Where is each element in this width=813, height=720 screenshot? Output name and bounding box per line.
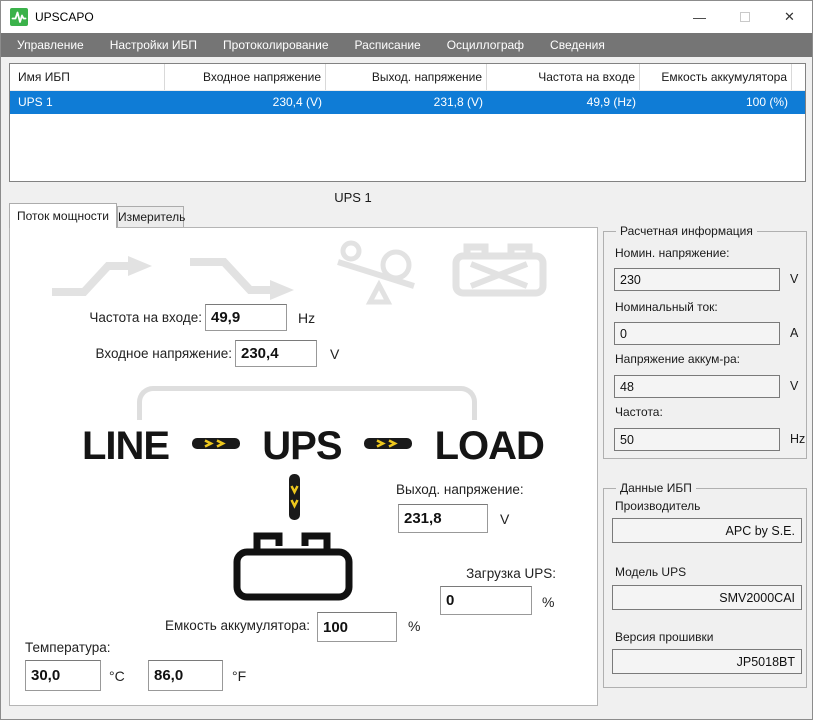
ups-data-title: Данные ИБП (616, 481, 696, 495)
tab-power-flow[interactable]: Поток мощности (9, 203, 117, 228)
firmware-version-label: Версия прошивки (615, 630, 714, 644)
battery-capacity-unit: % (408, 618, 421, 634)
maximize-button[interactable] (722, 1, 767, 33)
manufacturer-label: Производитель (615, 499, 701, 513)
temperature-fahrenheit-field[interactable] (148, 660, 223, 691)
column-header-output-voltage[interactable]: Выход. напряжение (326, 64, 487, 90)
cell-input-voltage: 230,4 (V) (272, 95, 322, 109)
selected-ups-label: UPS 1 (334, 190, 372, 205)
nominal-current-field[interactable] (614, 322, 780, 345)
ups-load-label: Загрузка UPS: (466, 566, 556, 581)
battery-voltage-field[interactable] (614, 375, 780, 398)
manufacturer-field[interactable] (612, 518, 802, 543)
column-header-battery-capacity[interactable]: Емкость аккумулятора (640, 64, 792, 90)
battery-icon (232, 524, 354, 607)
battery-fault-icon (450, 240, 550, 303)
temperature-celsius-field[interactable] (25, 660, 101, 691)
ups-load-unit: % (542, 594, 555, 610)
output-voltage-field[interactable] (398, 504, 488, 533)
close-button[interactable]: ✕ (767, 1, 812, 33)
ups-table-header: Имя ИБП Входное напряжение Выход. напряж… (10, 64, 805, 91)
firmware-version-field[interactable] (612, 649, 802, 674)
ups-data-group: Данные ИБП Производитель Модель UPS Верс… (603, 481, 807, 688)
calculated-info-group: Расчетная информация Номин. напряжение: … (603, 224, 807, 459)
power-flow-panel: Частота на входе: Hz Входное напряжение:… (9, 227, 598, 706)
flow-arrow-right-icon (191, 437, 240, 455)
nominal-current-label: Номинальный ток: (615, 300, 718, 314)
cell-output-voltage: 231,8 (V) (433, 95, 483, 109)
menu-item-ups-settings[interactable]: Настройки ИБП (97, 33, 210, 57)
battery-voltage-unit: V (790, 379, 799, 393)
battery-capacity-label: Емкость аккумулятора: (164, 618, 310, 633)
input-frequency-label: Частота на входе: (89, 310, 202, 325)
maximize-icon (739, 12, 750, 22)
column-header-input-voltage[interactable]: Входное напряжение (165, 64, 326, 90)
diagram-load-label: LOAD (434, 423, 545, 468)
input-frequency-unit: Hz (298, 310, 316, 326)
ups-load-field[interactable] (440, 586, 532, 615)
window-controls: — ✕ (677, 1, 812, 33)
ups-table: Имя ИБП Входное напряжение Выход. напряж… (9, 63, 806, 182)
temperature-celsius-unit: °C (109, 668, 125, 684)
temperature-label: Температура: (25, 640, 111, 655)
column-header-name[interactable]: Имя ИБП (10, 64, 165, 90)
overload-icon (336, 238, 416, 311)
ups-table-row-selected[interactable]: UPS 1 230,4 (V) 231,8 (V) 49,9 (Hz) 100 … (10, 91, 805, 114)
minimize-button[interactable]: — (677, 1, 722, 33)
frequency-unit: Hz (790, 432, 806, 446)
title-bar: UPSCAPO — ✕ (1, 1, 812, 33)
menu-item-logging[interactable]: Протоколирование (210, 33, 342, 57)
flow-arrow-down-icon (288, 474, 301, 525)
trim-icon (186, 252, 301, 311)
tab-meter[interactable]: Измеритель (117, 206, 185, 228)
input-voltage-unit: V (330, 346, 340, 362)
diagram-line-label: LINE (82, 423, 170, 468)
input-voltage-field[interactable] (235, 340, 317, 367)
battery-capacity-field[interactable] (317, 612, 397, 642)
battery-voltage-label: Напряжение аккум-ра: (615, 352, 741, 366)
temperature-fahrenheit-unit: °F (232, 668, 247, 684)
input-frequency-field[interactable] (205, 304, 287, 331)
output-voltage-label: Выход. напряжение: (396, 482, 524, 497)
ups-model-field[interactable] (612, 585, 802, 610)
bypass-line (137, 386, 477, 420)
app-logo-icon (10, 8, 28, 26)
nominal-current-unit: A (790, 326, 799, 340)
cell-battery-capacity: 100 (%) (745, 95, 788, 109)
cell-ups-name: UPS 1 (18, 95, 53, 109)
cell-input-frequency: 49,9 (Hz) (586, 95, 636, 109)
frequency-field[interactable] (614, 428, 780, 451)
calculated-info-title: Расчетная информация (616, 224, 757, 238)
nominal-voltage-field[interactable] (614, 268, 780, 291)
window-title: UPSCAPO (35, 10, 94, 24)
menu-item-schedule[interactable]: Расписание (342, 33, 434, 57)
diagram-ups-label: UPS (262, 423, 342, 468)
app-window: UPSCAPO — ✕ Управление Настройки ИБП Про… (0, 0, 813, 720)
menu-item-about[interactable]: Сведения (537, 33, 618, 57)
menu-item-control[interactable]: Управление (4, 33, 97, 57)
frequency-label: Частота: (615, 405, 663, 419)
column-header-input-frequency[interactable]: Частота на входе (487, 64, 640, 90)
ups-model-label: Модель UPS (615, 565, 687, 579)
nominal-voltage-label: Номин. напряжение: (615, 246, 730, 260)
flow-arrow-right-icon (364, 437, 413, 455)
boost-icon (48, 250, 158, 303)
menu-item-oscilloscope[interactable]: Осциллограф (434, 33, 537, 57)
power-flow-diagram: LINE UPS LOAD (82, 420, 545, 472)
nominal-voltage-unit: V (790, 272, 799, 286)
input-voltage-label: Входное напряжение: (95, 346, 233, 361)
menu-bar: Управление Настройки ИБП Протоколировани… (1, 33, 812, 57)
output-voltage-unit: V (500, 511, 510, 527)
